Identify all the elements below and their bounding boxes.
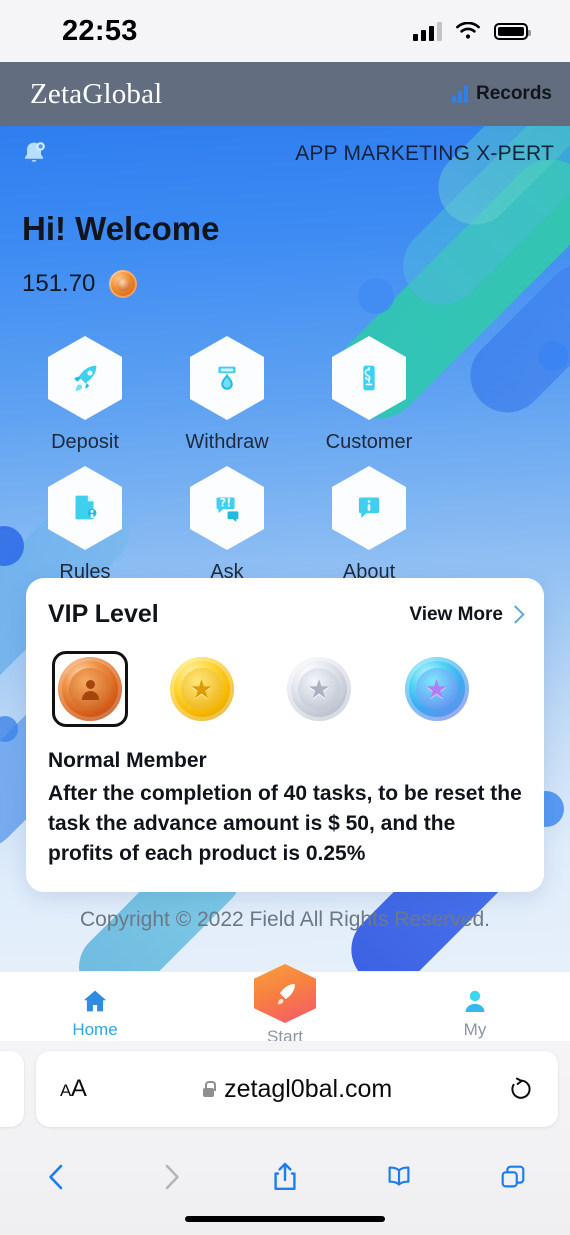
forward-button xyxy=(114,1161,228,1193)
cellular-bars-icon xyxy=(413,21,442,41)
vip-badge-slot[interactable]: ★ xyxy=(404,657,523,721)
url-display[interactable]: zetagl0bal.com xyxy=(202,1075,392,1104)
wifi-icon xyxy=(456,21,480,39)
svg-text:?!: ?! xyxy=(220,495,232,509)
vip-level-card: VIP Level View More ★ ★ ★ Normal Member … xyxy=(26,578,544,893)
star-icon: ★ xyxy=(424,674,449,704)
ios-home-indicator xyxy=(185,1216,385,1222)
balance-row: 151.70 xyxy=(22,270,138,298)
hex-tile xyxy=(332,466,406,550)
person-icon xyxy=(465,990,485,1012)
customer-service-icon xyxy=(363,365,375,391)
chevron-right-icon xyxy=(506,605,525,624)
coin-icon xyxy=(109,270,138,298)
url-text: zetagl0bal.com xyxy=(224,1074,393,1103)
chevron-left-icon xyxy=(49,1164,63,1190)
quick-action-label: Deposit xyxy=(51,431,119,453)
share-icon xyxy=(274,1162,296,1190)
app-tab-bar: Home Start My xyxy=(0,964,570,1047)
ask-question-icon: ?! xyxy=(216,495,239,523)
decor-circle xyxy=(358,278,394,314)
vip-badge-list: ★ ★ ★ xyxy=(48,651,522,727)
app-header-row: APP MARKETING X-PERT xyxy=(0,126,570,182)
safari-address-bar[interactable]: AAAA zetagl0bal.com xyxy=(36,1051,558,1127)
status-bar-time: 22:53 xyxy=(62,14,138,47)
quick-action-label: Withdraw xyxy=(185,431,269,453)
bookmarks-button[interactable] xyxy=(342,1161,456,1193)
vip-tier-description: After the completion of 40 tasks, to be … xyxy=(48,782,522,865)
tab-my[interactable]: My xyxy=(380,972,570,1047)
tab-home[interactable]: Home xyxy=(0,972,190,1047)
gold-member-badge: ★ xyxy=(169,657,234,721)
records-label: Records xyxy=(475,83,552,104)
tab-label: My xyxy=(463,1020,487,1039)
bronze-member-badge xyxy=(58,657,122,721)
hex-tile xyxy=(332,336,406,420)
start-action-button[interactable] xyxy=(254,964,316,1023)
tab-start[interactable]: Start xyxy=(190,964,380,1047)
battery-full-icon xyxy=(494,22,531,40)
withdraw-icon xyxy=(218,366,236,390)
star-icon: ★ xyxy=(189,674,214,704)
text-size-button[interactable]: AAAA xyxy=(60,1075,87,1103)
quick-action-withdraw[interactable]: Withdraw xyxy=(156,336,298,454)
silver-member-badge: ★ xyxy=(287,657,351,721)
quick-actions-grid: Deposit Withdraw Customer Rules ?! Ask A… xyxy=(0,336,570,596)
decor-circle xyxy=(0,716,18,742)
view-more-label: View More xyxy=(409,603,503,625)
bar-chart-icon xyxy=(451,85,468,103)
quick-action-deposit[interactable]: Deposit xyxy=(14,336,156,454)
app-tagline: APP MARKETING X-PERT xyxy=(295,142,554,165)
tab-label: Home xyxy=(72,1020,118,1039)
quick-action-label: Customer xyxy=(325,431,413,453)
share-button[interactable] xyxy=(228,1161,342,1193)
vip-card-header: VIP Level View More xyxy=(48,600,525,629)
notification-bell-icon[interactable] xyxy=(20,139,50,169)
vip-tier-name: Normal Member xyxy=(48,749,207,772)
quick-action-customer[interactable]: Customer xyxy=(298,336,440,454)
tabs-icon xyxy=(501,1165,525,1188)
home-icon xyxy=(83,990,107,1012)
rules-document-icon xyxy=(75,495,97,520)
safari-tab-strip: AAAA zetagl0bal.com xyxy=(0,1051,570,1127)
app-brand-title: ZetaGlobal xyxy=(30,77,163,110)
hex-tile xyxy=(48,466,122,550)
vip-badge-slot[interactable]: ★ xyxy=(287,657,405,721)
vip-badge-slot[interactable] xyxy=(52,651,170,727)
info-icon xyxy=(358,497,380,518)
safari-browser-chrome: AAAA zetagl0bal.com xyxy=(0,1041,570,1235)
quick-action-about[interactable]: About xyxy=(298,466,440,584)
lock-icon xyxy=(202,1081,217,1097)
hex-tile xyxy=(190,336,264,420)
reload-icon[interactable] xyxy=(508,1076,534,1102)
balance-amount: 151.70 xyxy=(22,270,96,297)
tabs-button[interactable] xyxy=(456,1161,570,1193)
status-bar-indicators xyxy=(413,21,531,41)
vip-card-title: VIP Level xyxy=(48,600,159,628)
ios-status-bar: 22:53 xyxy=(0,0,570,62)
app-navbar: ZetaGlobal Records xyxy=(0,62,570,126)
vip-badge-selected-frame xyxy=(52,651,128,727)
view-more-button[interactable]: View More xyxy=(409,603,525,626)
vip-badge-slot[interactable]: ★ xyxy=(169,657,288,721)
welcome-greeting: Hi! Welcome xyxy=(22,210,220,247)
platinum-member-badge: ★ xyxy=(404,657,469,721)
records-button[interactable]: Records xyxy=(451,83,552,105)
person-icon xyxy=(81,679,100,700)
quick-action-ask[interactable]: ?! Ask xyxy=(156,466,298,584)
copyright-text: Copyright © 2022 Field All Rights Reserv… xyxy=(79,908,490,931)
back-button[interactable] xyxy=(0,1161,114,1193)
hex-tile: ?! xyxy=(190,466,264,550)
app-content: APP MARKETING X-PERT Hi! Welcome 151.70 … xyxy=(0,126,570,971)
safari-toolbar xyxy=(0,1145,570,1209)
rocket-icon xyxy=(74,365,97,391)
star-icon: ★ xyxy=(307,674,331,704)
safari-adjacent-tab[interactable] xyxy=(0,1051,24,1127)
book-icon xyxy=(388,1166,410,1186)
hex-tile xyxy=(48,336,122,420)
rocket-icon xyxy=(277,983,295,1004)
chevron-right-icon xyxy=(165,1164,179,1190)
quick-action-rules[interactable]: Rules xyxy=(14,466,156,584)
